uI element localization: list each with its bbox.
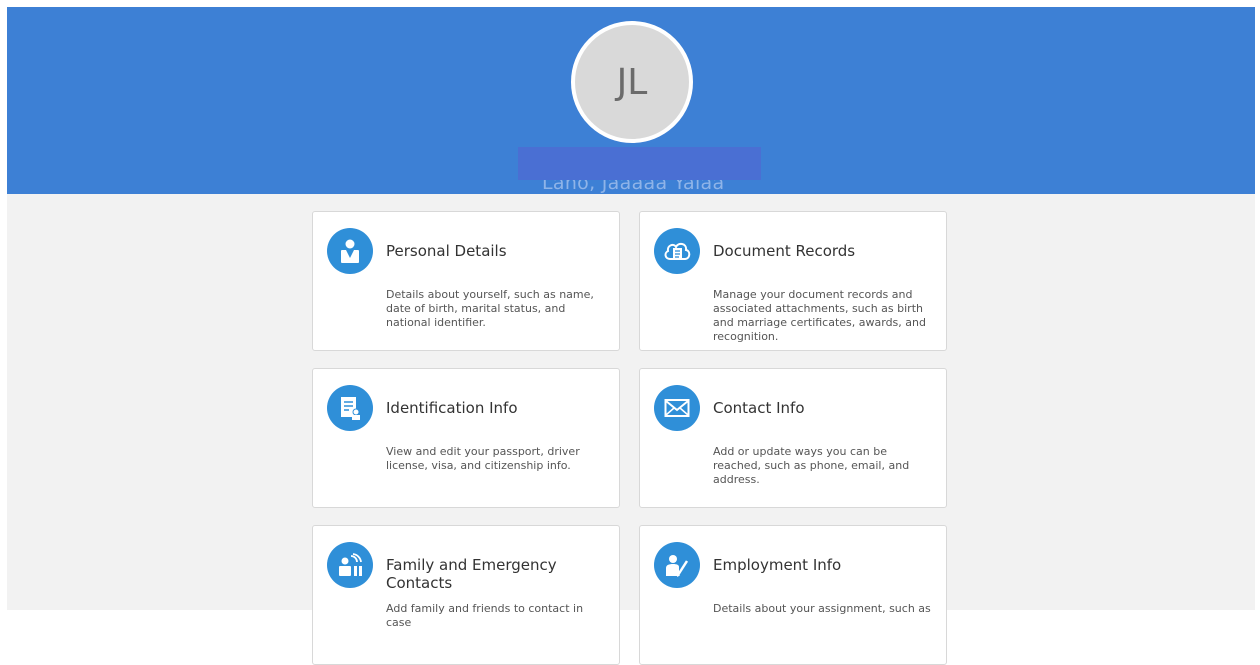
avatar[interactable]: JL: [571, 21, 693, 143]
card-description: Details about yourself, such as name, da…: [386, 288, 594, 329]
profile-name: Lano, Jaaaaa Yalaa: [542, 180, 742, 194]
card-title: Employment Info: [713, 556, 842, 574]
id-document-icon: [327, 385, 373, 431]
card-description: Manage your document records and associa…: [713, 288, 926, 343]
cards-area: Personal Details Details about yourself,…: [7, 194, 1255, 665]
card-description: View and edit your passport, driver lice…: [386, 445, 580, 472]
profile-header: JL Lano, Jaaaaa Yalaa: [7, 7, 1255, 194]
card-employment-info[interactable]: Employment Info Details about your assig…: [639, 525, 947, 665]
card-description: Add family and friends to contact in cas…: [386, 602, 584, 629]
card-title: Document Records: [713, 242, 856, 260]
name-redaction-block: [518, 147, 761, 180]
card-description: Details about your assignment, such as: [713, 602, 931, 615]
card-title: Personal Details: [386, 242, 507, 260]
person-icon: [327, 228, 373, 274]
cloud-document-icon: [654, 228, 700, 274]
card-description: Add or update ways you can be reached, s…: [713, 445, 910, 486]
card-document-records[interactable]: Document Records Manage your document re…: [639, 211, 947, 351]
card-title: Contact Info: [713, 399, 805, 417]
card-contact-info[interactable]: Contact Info Add or update ways you can …: [639, 368, 947, 508]
card-identification-info[interactable]: Identification Info View and edit your p…: [312, 368, 620, 508]
card-title: Identification Info: [386, 399, 518, 417]
envelope-icon: [654, 385, 700, 431]
employment-edit-icon: [654, 542, 700, 588]
profile-name-text: Lano, Jaaaaa Yalaa: [542, 180, 725, 194]
card-family-emergency-contacts[interactable]: Family and Emergency Contacts Add family…: [312, 525, 620, 665]
card-title: Family and Emergency Contacts: [386, 556, 557, 592]
family-contacts-icon: [327, 542, 373, 588]
card-personal-details[interactable]: Personal Details Details about yourself,…: [312, 211, 620, 351]
